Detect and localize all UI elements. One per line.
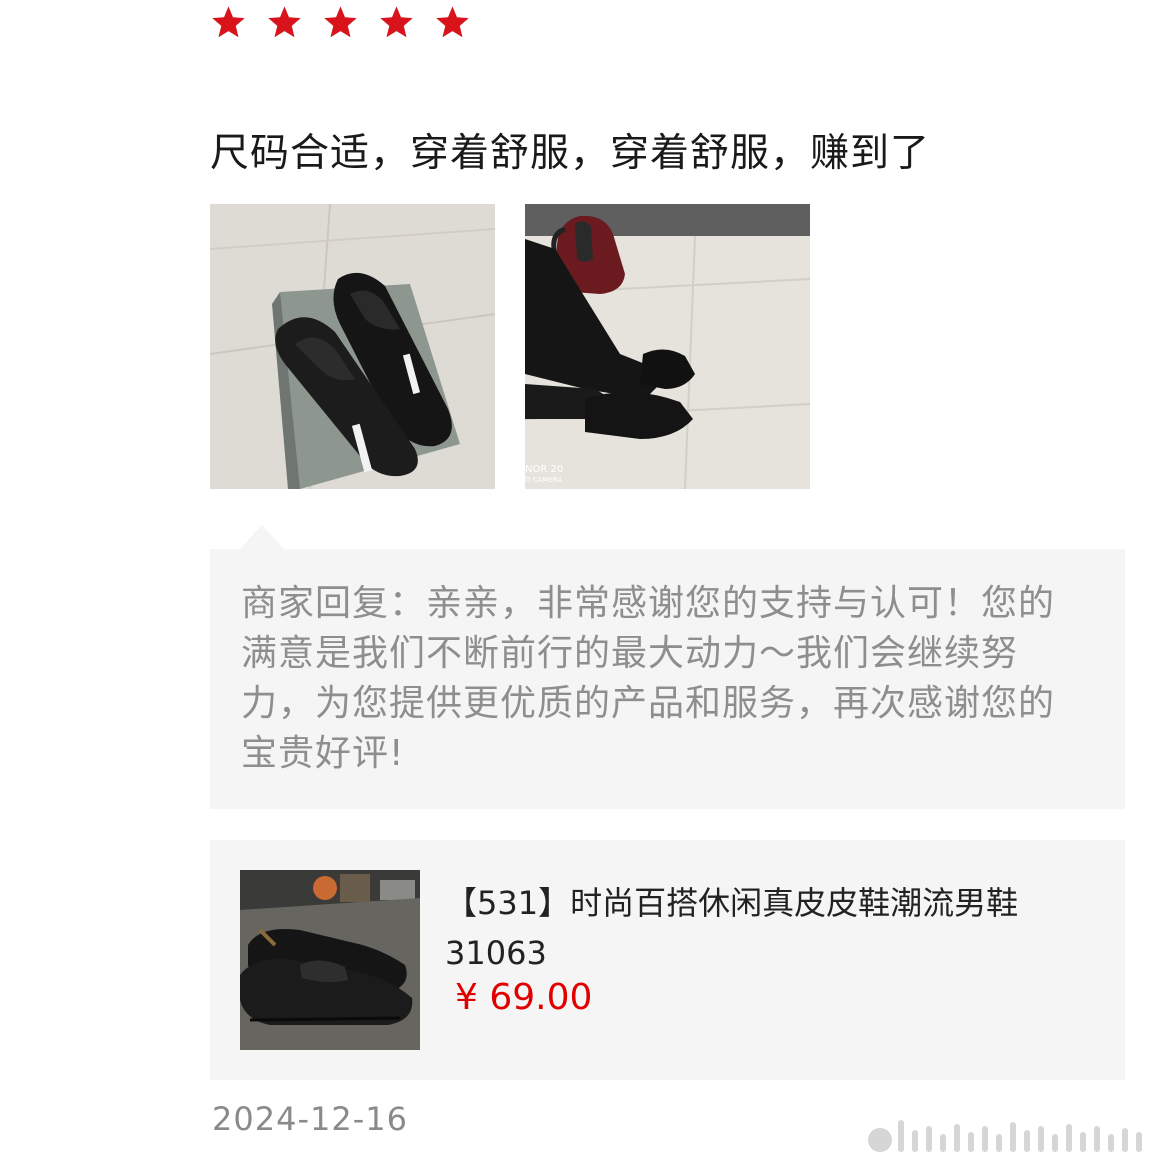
star-icon <box>436 6 469 38</box>
review-text: 尺码合适，穿着舒服，穿着舒服，赚到了 <box>210 131 931 176</box>
star-icon <box>268 6 301 38</box>
star-icon <box>380 6 413 38</box>
merchant-reply-text: 商家回复：亲亲，非常感谢您的支持与认可！您的满意是我们不断前行的最大动力～我们会… <box>241 583 1056 774</box>
product-price: ¥ 69.00 <box>455 977 593 1018</box>
star-icon <box>324 6 357 38</box>
review-date: 2024-12-16 <box>212 1100 408 1138</box>
merchant-reply: 商家回复：亲亲，非常感谢您的支持与认可！您的满意是我们不断前行的最大动力～我们会… <box>210 549 1125 809</box>
review-photo-1[interactable] <box>210 204 495 489</box>
star-icon <box>212 6 245 38</box>
product-shoes-icon <box>240 870 420 1050</box>
product-thumbnail[interactable] <box>240 870 420 1050</box>
photo-shoes-on-box-icon <box>210 204 495 489</box>
rating-stars <box>210 4 471 41</box>
watermark-icon <box>868 1120 1142 1152</box>
photo-worn-shoes-icon: NOR 20 D CAMERA <box>525 204 810 489</box>
product-card[interactable]: 【531】时尚百搭休闲真皮皮鞋潮流男鞋 31063 ¥ 69.00 <box>210 840 1125 1080</box>
reply-pointer <box>240 525 284 549</box>
camera-watermark-line1: NOR 20 <box>525 464 563 475</box>
review-photo-2[interactable]: NOR 20 D CAMERA <box>525 204 810 489</box>
camera-watermark-line2: D CAMERA <box>525 476 562 484</box>
product-title[interactable]: 【531】时尚百搭休闲真皮皮鞋潮流男鞋 31063 <box>445 878 1085 978</box>
